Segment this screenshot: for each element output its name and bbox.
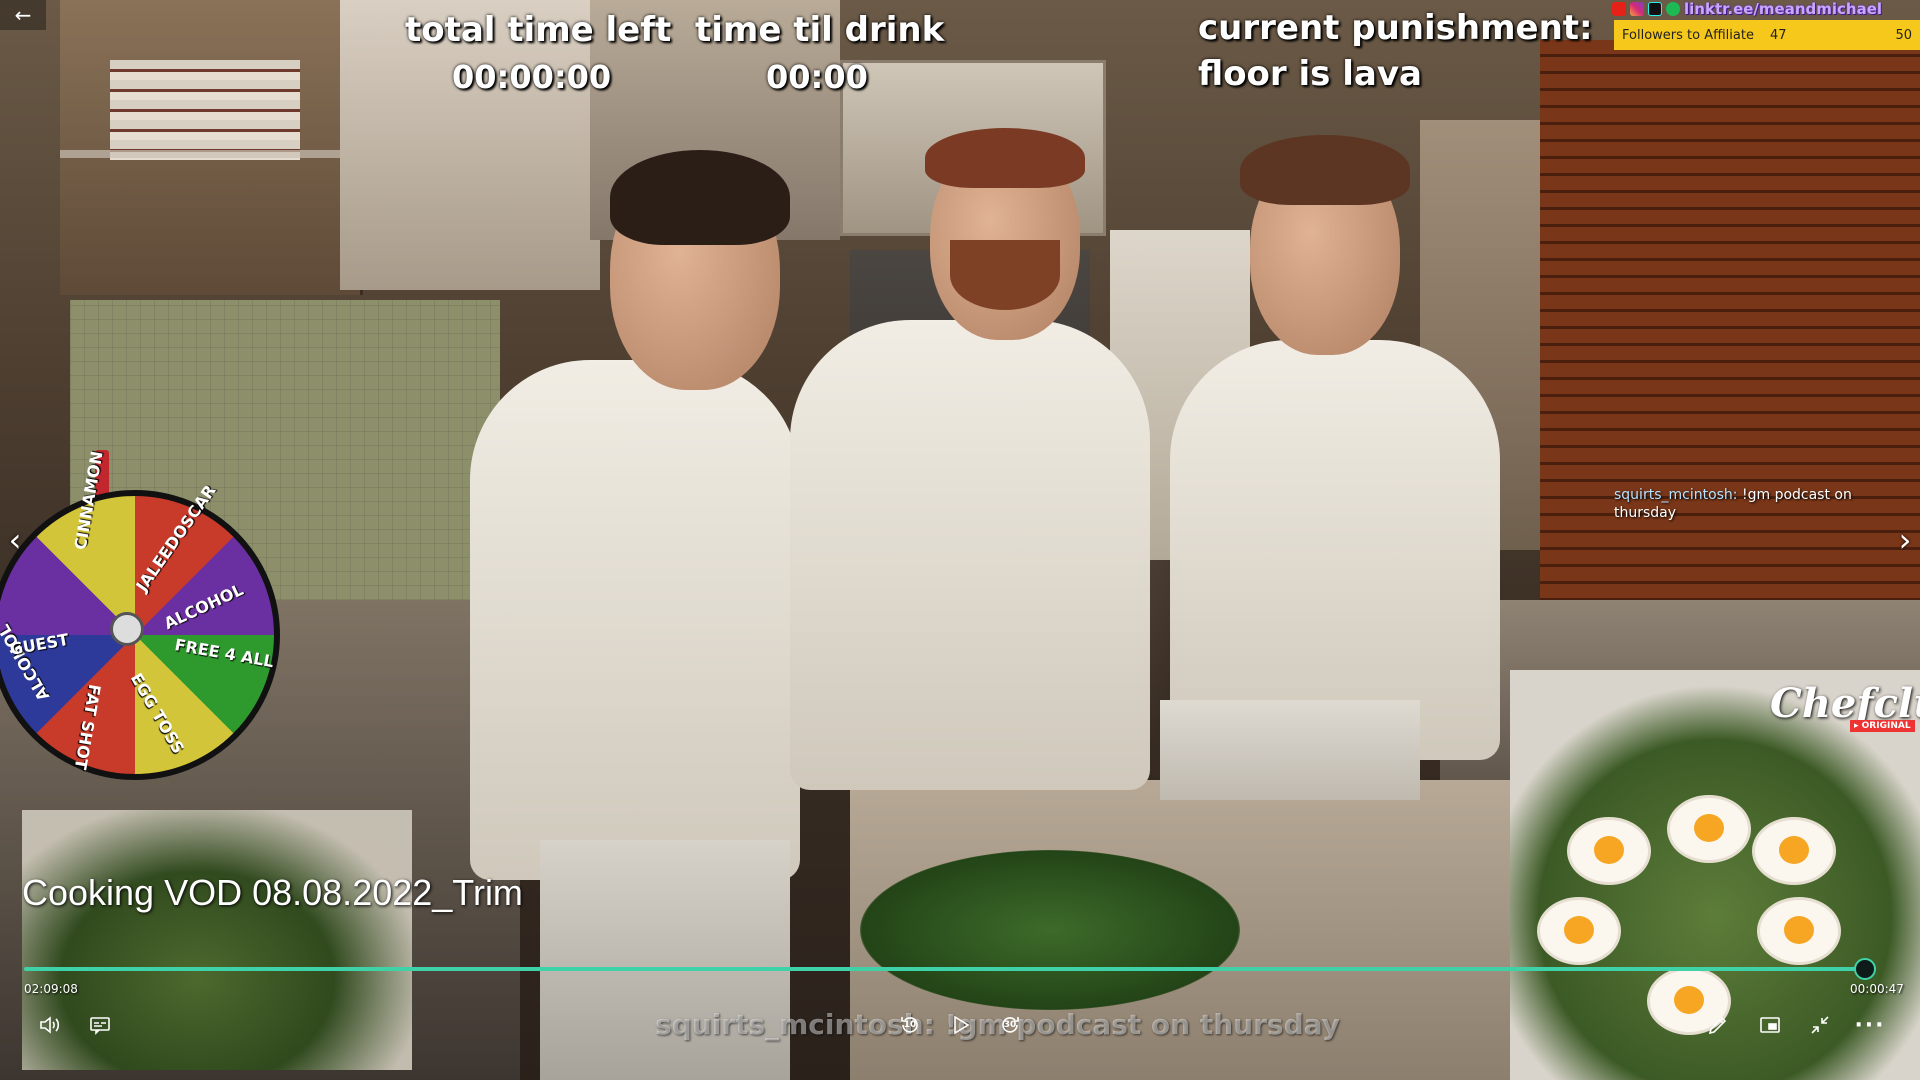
seek-thumb[interactable] [1853, 958, 1876, 980]
cookbook-stack [110, 60, 300, 160]
punishment-value: floor is lava [1198, 54, 1422, 94]
chevron-right-icon: › [1898, 521, 1912, 559]
followers-goal-target: 50 [1895, 27, 1912, 43]
video-title: Cooking VOD 08.08.2022_Trim [22, 872, 523, 913]
linktree-url: linktr.ee/meandmichael [1684, 0, 1883, 18]
fried-egg [1755, 820, 1833, 882]
person-right-pants [1160, 700, 1420, 800]
more-options-button[interactable]: ··· [1852, 1010, 1888, 1040]
wheel-hub [110, 612, 144, 646]
pencil-icon [1708, 1016, 1727, 1035]
exit-fullscreen-button[interactable] [1802, 1010, 1838, 1040]
person-left-pants [540, 840, 790, 1080]
play-icon [954, 1015, 970, 1035]
punishment-label: current punishment: [1198, 8, 1593, 48]
next-button[interactable]: › [1890, 520, 1920, 560]
followers-current: 47 [1769, 27, 1787, 43]
captions-button[interactable] [82, 1010, 118, 1040]
person-left-shirt [470, 360, 800, 880]
person-right-shirt [1170, 340, 1500, 760]
total-time-value: 00:00:00 [452, 58, 612, 96]
seek-bar[interactable] [24, 967, 1876, 971]
captions-icon [90, 1017, 110, 1035]
youtube-icon [1612, 2, 1626, 16]
previous-button[interactable]: ‹ [0, 520, 30, 560]
time-remaining: 00:00:47 [1850, 982, 1904, 996]
fried-egg [1670, 798, 1748, 860]
pip-food-clip-left [22, 810, 412, 1070]
total-time-label: total time left [405, 10, 672, 50]
person-center-hair [925, 128, 1085, 188]
drink-timer-label: time til drink [695, 10, 945, 50]
tiktok-icon [1648, 2, 1662, 16]
chevron-left-icon: ‹ [8, 521, 22, 559]
play-button[interactable] [942, 1010, 978, 1040]
person-left-hair [610, 150, 790, 245]
chefclub-original-badge: ▸ ORIGINAL [1850, 720, 1915, 732]
back-button[interactable]: ← [0, 0, 46, 30]
time-elapsed: 02:09:08 [24, 982, 78, 996]
edit-button[interactable] [1700, 1010, 1736, 1040]
person-center-shirt [790, 320, 1150, 790]
window-blinds [1540, 40, 1920, 660]
more-icon: ··· [1854, 1012, 1886, 1038]
drink-timer-value: 00:00 [766, 58, 868, 96]
replay-seconds: 10 [903, 1020, 917, 1030]
person-right-hair [1240, 135, 1410, 205]
spotify-icon [1666, 2, 1680, 16]
arrow-left-icon: ← [14, 3, 32, 27]
volume-button[interactable] [32, 1010, 68, 1040]
social-bar: linktr.ee/meandmichael [1612, 0, 1920, 18]
collapse-icon [1811, 1016, 1829, 1034]
forward-seconds: 30 [1003, 1020, 1017, 1030]
glass-shelf [60, 150, 360, 158]
forward-30-button[interactable]: 30 [992, 1010, 1028, 1040]
person-center-beard [950, 240, 1060, 310]
miniplayer-button[interactable] [1752, 1010, 1788, 1040]
salad-greens [860, 850, 1240, 1010]
miniplayer-icon [1760, 1017, 1780, 1033]
fried-egg [1570, 820, 1648, 882]
volume-icon [40, 1016, 60, 1034]
chat-message: squirts_mcintosh: !gm podcast on thursda… [1614, 486, 1874, 522]
chat-username: squirts_mcintosh: [1614, 487, 1738, 503]
instagram-icon [1630, 2, 1644, 16]
followers-goal-bar: Followers to Affiliate 47 50 [1614, 20, 1920, 50]
fried-egg [1760, 900, 1838, 962]
fried-egg [1540, 900, 1618, 962]
replay-10-button[interactable]: 10 [892, 1010, 928, 1040]
followers-goal-label: Followers to Affiliate [1622, 27, 1754, 43]
video-frame[interactable]: CINNAMON JALEEDOSCAR ALCOHOL FREE 4 ALL … [0, 0, 1920, 1080]
